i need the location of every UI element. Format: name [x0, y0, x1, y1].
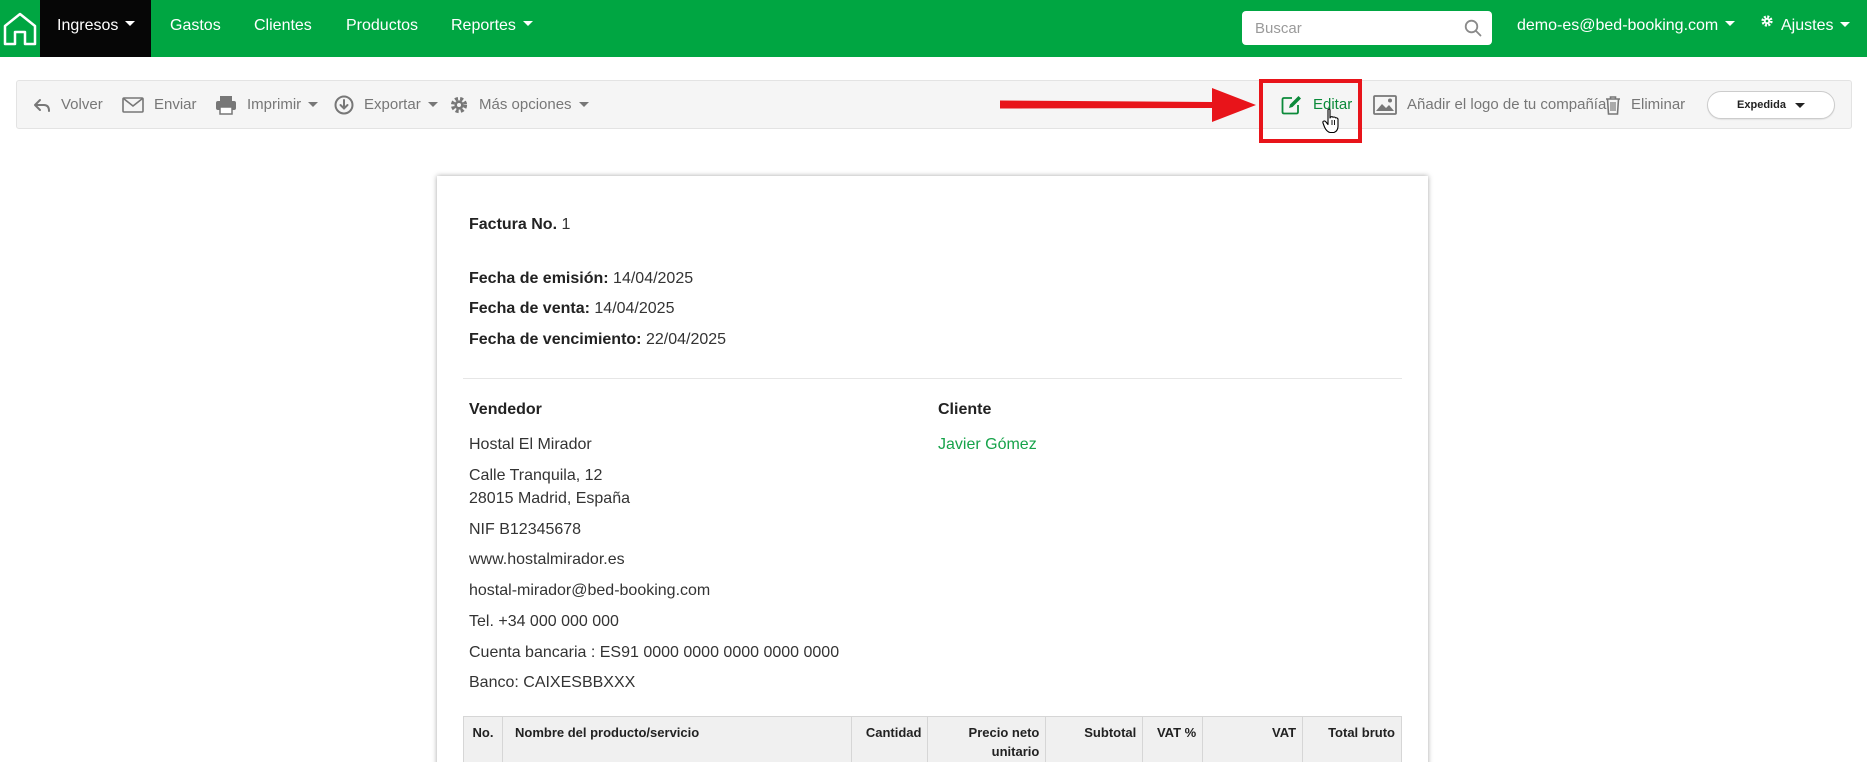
image-icon	[1373, 94, 1397, 115]
gear-icon	[1760, 0, 1774, 50]
back-label: Volver	[61, 96, 103, 113]
nav-productos[interactable]: Productos	[346, 0, 418, 57]
print-label: Imprimir	[247, 96, 302, 113]
seller-phone: Tel. +34 000 000 000	[469, 613, 619, 630]
status-label: Expedida	[1737, 99, 1786, 111]
annotation-highlight-box	[1259, 79, 1362, 143]
seller-street: Calle Tranquila, 12	[469, 467, 603, 484]
seller-nif: NIF B12345678	[469, 521, 582, 538]
seller-email: hostal-mirador@bed-booking.com	[469, 582, 711, 599]
section-divider	[463, 378, 1402, 379]
download-circle-icon	[334, 95, 354, 114]
issue-date: Fecha de emisión: 14/04/2025	[469, 270, 693, 288]
issue-date-value: 14/04/2025	[613, 270, 694, 287]
nav-ingresos-label: Ingresos	[57, 17, 119, 34]
search-box	[1242, 11, 1492, 45]
export-button[interactable]: Exportar	[334, 81, 438, 128]
print-button[interactable]: Imprimir	[215, 81, 319, 128]
gear-icon	[450, 96, 468, 113]
send-button[interactable]: Enviar	[122, 81, 197, 128]
delete-label: Eliminar	[1631, 96, 1686, 113]
invoice-number-label: Factura No.	[469, 216, 558, 233]
nav-ingresos[interactable]: Ingresos	[40, 0, 151, 57]
nav-reportes[interactable]: Reportes	[451, 0, 533, 57]
send-label: Enviar	[154, 96, 197, 113]
search-input[interactable]	[1242, 11, 1442, 45]
issue-date-label: Fecha de emisión:	[469, 270, 609, 287]
invoice-document: Factura No. 1 Fecha de emisión: 14/04/20…	[437, 176, 1428, 762]
back-button[interactable]: Volver	[33, 81, 103, 128]
col-unit-price: Precio neto unitario	[927, 716, 1047, 762]
home-logo-icon[interactable]	[0, 0, 40, 57]
printer-icon	[216, 95, 236, 115]
client-heading: Cliente	[938, 401, 992, 418]
seller-bank-account: Cuenta bancaria : ES91 0000 0000 0000 00…	[469, 644, 840, 661]
chevron-down-icon	[1840, 21, 1851, 27]
search-icon[interactable]	[1464, 19, 1482, 37]
chevron-down-icon	[578, 102, 589, 107]
chevron-down-icon	[427, 102, 438, 107]
user-email: demo-es@bed-booking.com	[1517, 17, 1719, 34]
col-vat-rate: VAT %	[1142, 716, 1204, 762]
nav-gastos[interactable]: Gastos	[170, 0, 221, 57]
more-options-label: Más opciones	[479, 96, 572, 113]
status-dropdown[interactable]: Expedida	[1707, 91, 1835, 119]
seller-website: www.hostalmirador.es	[469, 551, 625, 568]
client-name-link[interactable]: Javier Gómez	[938, 436, 1037, 454]
col-product-name: Nombre del producto/servicio	[501, 716, 852, 762]
chevron-down-icon	[308, 102, 319, 107]
chevron-down-icon	[522, 21, 533, 27]
envelope-icon	[122, 96, 144, 113]
seller-heading: Vendedor	[469, 401, 542, 418]
sale-date-value: 14/04/2025	[594, 300, 675, 317]
col-vat: VAT	[1202, 716, 1304, 762]
invoice-number-value: 1	[561, 216, 571, 233]
chevron-down-icon	[125, 21, 136, 27]
due-date-value: 22/04/2025	[645, 331, 727, 348]
add-logo-label: Añadir el logo de tu compañía	[1407, 96, 1607, 113]
more-options-button[interactable]: Más opciones	[449, 81, 589, 128]
hand-pointer-icon	[1322, 108, 1339, 134]
nav-reportes-label: Reportes	[451, 17, 516, 34]
add-logo-button[interactable]: Añadir el logo de tu compañía	[1373, 81, 1606, 128]
sale-date: Fecha de venta: 14/04/2025	[469, 300, 674, 318]
settings-label: Ajustes	[1781, 17, 1834, 35]
chevron-down-icon	[1725, 21, 1736, 27]
export-label: Exportar	[364, 96, 421, 113]
invoice-toolbar: Volver Enviar Imprimir Exportar Más opci…	[16, 80, 1852, 129]
col-gross-total: Total bruto	[1302, 716, 1402, 762]
invoice-items-table: No. Nombre del producto/servicio Cantida…	[463, 716, 1402, 762]
trash-icon	[1606, 95, 1620, 115]
seller-city: 28015 Madrid, España	[469, 490, 630, 507]
sale-date-label: Fecha de venta:	[469, 300, 590, 317]
nav-clientes[interactable]: Clientes	[254, 0, 312, 57]
seller-name: Hostal El Mirador	[469, 436, 592, 453]
seller-bank: Banco: CAIXESBBXXX	[469, 674, 636, 691]
col-subtotal: Subtotal	[1045, 716, 1144, 762]
reply-arrow-icon	[34, 98, 50, 112]
due-date: Fecha de vencimiento: 22/04/2025	[469, 331, 726, 349]
user-menu[interactable]: demo-es@bed-booking.com	[1517, 0, 1736, 57]
col-no: No.	[463, 716, 503, 762]
due-date-label: Fecha de vencimiento:	[469, 331, 642, 348]
delete-button[interactable]: Eliminar	[1605, 81, 1685, 128]
settings-menu[interactable]: Ajustes	[1760, 0, 1851, 57]
top-navbar: Ingresos Gastos Clientes Productos Repor…	[0, 0, 1867, 57]
invoice-number: Factura No. 1	[469, 216, 570, 234]
annotation-arrow-icon	[1000, 88, 1256, 122]
col-quantity: Cantidad	[850, 716, 929, 762]
table-header-row: No. Nombre del producto/servicio Cantida…	[463, 716, 1402, 762]
chevron-down-icon	[1794, 102, 1805, 108]
